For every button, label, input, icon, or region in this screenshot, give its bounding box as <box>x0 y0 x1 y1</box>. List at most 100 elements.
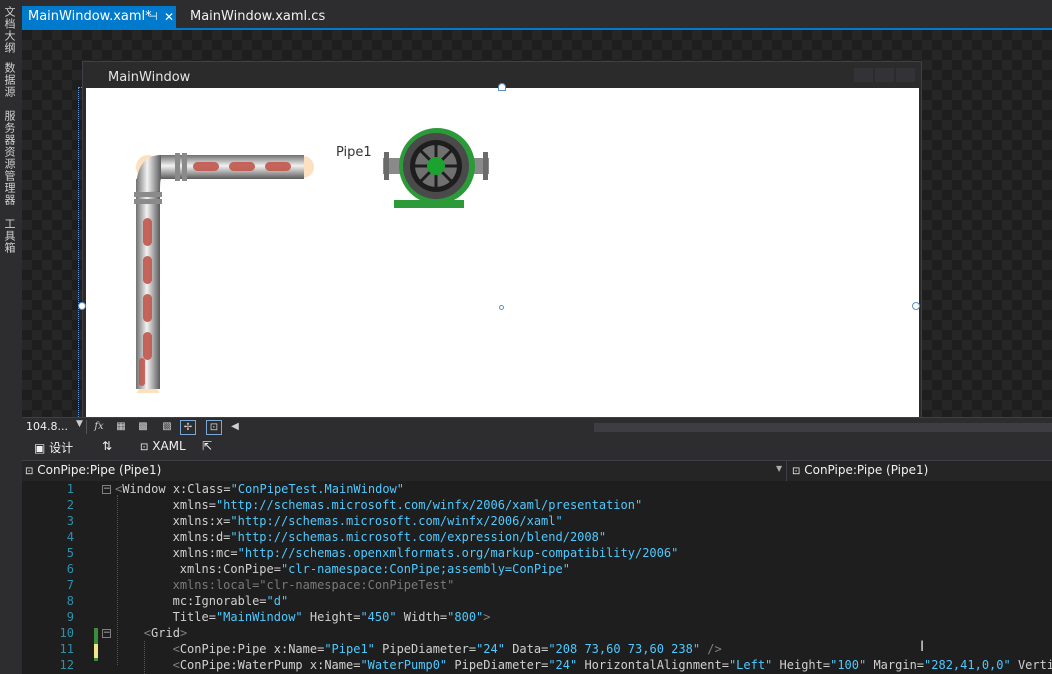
code-line[interactable]: 9 Title="MainWindow" Height="450" Width="… <box>22 609 1052 625</box>
horizontal-scrollbar[interactable] <box>594 423 1052 432</box>
tab-label: MainWindow.xaml* <box>28 9 152 24</box>
waterpump-control[interactable] <box>380 128 492 214</box>
text-cursor-icon: I <box>920 639 925 655</box>
code-line[interactable]: 3 xmlns:x="http://schemas.microsoft.com/w… <box>22 513 1052 529</box>
resize-handle-right[interactable] <box>912 302 920 310</box>
code-line[interactable]: 2 xmlns="http://schemas.microsoft.com/win… <box>22 497 1052 513</box>
code-text: mc:Ignorable="d" <box>173 593 289 609</box>
code-token: x:Name= <box>309 658 361 672</box>
zoom-level-dropdown[interactable]: 104.8... <box>26 420 68 433</box>
center-handle[interactable] <box>499 305 504 310</box>
code-token: < <box>172 642 180 656</box>
tab-design-label: 设计 <box>49 441 74 455</box>
tab-mainwindow-xaml[interactable]: MainWindow.xaml* ⊣ ✕ <box>22 6 176 28</box>
tab-xaml[interactable]: ⊡ XAML <box>140 439 186 453</box>
document-tab-bar: MainWindow.xaml* ⊣ ✕ MainWindow.xaml.cs <box>22 0 1052 30</box>
line-number: 8 <box>66 594 74 608</box>
xaml-icon: ⊡ <box>140 442 149 453</box>
code-line[interactable]: 8 mc:Ignorable="d" <box>22 593 1052 609</box>
divider <box>86 420 87 434</box>
code-line[interactable]: 6 xmlns:ConPipe="clr-namespace:ConPipe;as… <box>22 561 1052 577</box>
window-client-area[interactable]: Pipe1 <box>78 83 920 417</box>
code-line[interactable]: 10 <Grid> <box>22 625 1052 641</box>
chevron-down-icon[interactable]: ▼ <box>76 419 83 429</box>
grid-icon[interactable]: ▦ <box>114 420 128 433</box>
pipe1-label: Pipe1 <box>336 145 372 160</box>
code-token: xmlns:ConPipe= <box>179 562 281 576</box>
side-tab-server-explorer[interactable]: 服务器资源管理器 <box>1 110 17 206</box>
line-number: 3 <box>66 514 74 528</box>
code-token: Width= <box>396 610 448 624</box>
popout-icon[interactable]: ⇱ <box>202 439 212 453</box>
resize-handle-top[interactable] <box>498 83 506 91</box>
pin-icon[interactable]: ⊣ <box>148 6 158 28</box>
code-token: "MainWindow" <box>215 610 303 624</box>
code-line[interactable]: 5 xmlns:mc="http://schemas.openxmlformats… <box>22 545 1052 561</box>
line-number: 2 <box>66 498 74 512</box>
element-dropdown-left[interactable]: ⊡ ConPipe:Pipe (Pipe1) <box>25 462 161 479</box>
swap-panes-icon[interactable]: ⇅ <box>102 439 112 453</box>
element-dropdown-right-value: ConPipe:Pipe (Pipe1) <box>804 463 929 477</box>
code-token: xmlns= <box>172 498 216 512</box>
element-icon: ⊡ <box>792 466 801 477</box>
line-number: 6 <box>66 562 74 576</box>
code-line[interactable]: 7 xmlns:local="clr-namespace:ConPipeTest" <box>22 577 1052 593</box>
line-number: 12 <box>59 658 74 672</box>
element-selector-bar: ⊡ ConPipe:Pipe (Pipe1) ▼ ⊡ ConPipe:Pipe … <box>22 460 1052 481</box>
code-token: "450" <box>360 610 397 624</box>
code-line[interactable]: 1 <Window x:Class="ConPipeTest.MainWindow… <box>22 481 1052 497</box>
element-icon: ⊡ <box>25 466 34 477</box>
snap-grid-icon[interactable]: ▩ <box>136 420 150 433</box>
code-token: "ConPipeTest.MainWindow" <box>230 482 404 496</box>
code-token: "http://schemas.microsoft.com/winfx/2006… <box>230 514 563 528</box>
code-token: PipeDiameter= <box>374 642 477 656</box>
element-dropdown-left-value: ConPipe:Pipe (Pipe1) <box>37 463 162 477</box>
code-token: "Pipe1" <box>324 642 375 656</box>
line-number: 11 <box>59 642 74 656</box>
line-number: 4 <box>66 530 74 544</box>
element-dropdown-right[interactable]: ⊡ ConPipe:Pipe (Pipe1) <box>792 462 928 479</box>
code-token: "24" <box>548 658 578 672</box>
code-token: Title= <box>172 610 216 624</box>
code-token: "d" <box>266 594 289 608</box>
scroll-left-icon[interactable]: ◀ <box>228 420 242 433</box>
code-token: Height= <box>772 658 831 672</box>
pipe1-control[interactable] <box>131 143 331 393</box>
split-view-bar: ▣ 设计 ⇅ ⊡ XAML ⇱ <box>22 436 1052 460</box>
xaml-design-surface[interactable]: MainWindow Pipe1 <box>22 30 1052 417</box>
chevron-down-icon[interactable]: ▼ <box>776 464 782 473</box>
line-number: 1 <box>66 482 74 496</box>
divider <box>786 461 787 481</box>
minimize-icon <box>854 68 873 82</box>
code-token: mc:Ignorable= <box>172 594 267 608</box>
resize-handle-left[interactable] <box>78 302 86 310</box>
code-token: xmlns:mc= <box>172 546 238 560</box>
close-icon[interactable]: ✕ <box>164 6 174 28</box>
effects-icon[interactable]: ⊡ <box>206 420 222 435</box>
tab-label: MainWindow.xaml.cs <box>190 9 326 24</box>
code-line[interactable]: 11 <ConPipe:Pipe x:Name="Pipe1" PipeDiame… <box>22 641 1052 657</box>
side-tab-data-sources[interactable]: 数据源 <box>1 62 17 98</box>
code-token: > <box>179 626 188 640</box>
tab-mainwindow-xaml-cs[interactable]: MainWindow.xaml.cs <box>184 6 331 28</box>
code-line[interactable]: 12 <ConPipe:WaterPump x:Name="WaterPump0"… <box>22 657 1052 673</box>
code-token: "http://schemas.microsoft.com/winfx/2006… <box>215 498 643 512</box>
snap-lines-icon[interactable]: ✢ <box>180 420 196 435</box>
wpf-window-preview[interactable]: MainWindow Pipe1 <box>78 61 922 417</box>
fx-icon[interactable]: fx <box>92 420 106 433</box>
code-token: ConPipe:WaterPump <box>179 658 310 672</box>
side-tab-document-outline[interactable]: 文档大纲 <box>1 6 17 54</box>
code-text: <ConPipe:WaterPump x:Name="WaterPump0" P… <box>173 657 1052 673</box>
checkerboard-icon[interactable]: ▧ <box>160 420 174 433</box>
designer-toolbar: 104.8... ▼ fx ▦ ▩ ▧ ✢ ⊡ ◀ <box>22 417 1052 436</box>
code-text: xmlns:local="clr-namespace:ConPipeTest" <box>173 577 455 593</box>
code-token: x:Name= <box>273 642 325 656</box>
code-token: /> <box>700 642 722 656</box>
code-line[interactable]: 4 xmlns:d="http://schemas.microsoft.com/e… <box>22 529 1052 545</box>
code-text: xmlns:ConPipe="clr-namespace:ConPipe;ass… <box>180 561 570 577</box>
line-number: 5 <box>66 546 74 560</box>
xaml-code-editor[interactable]: − − 1 <Window x:Class="ConPipeTest.MainWi… <box>22 481 1052 674</box>
tab-design[interactable]: ▣ 设计 <box>34 439 73 456</box>
side-tab-toolbox[interactable]: 工具箱 <box>1 218 17 254</box>
tab-xaml-label: XAML <box>152 439 186 453</box>
